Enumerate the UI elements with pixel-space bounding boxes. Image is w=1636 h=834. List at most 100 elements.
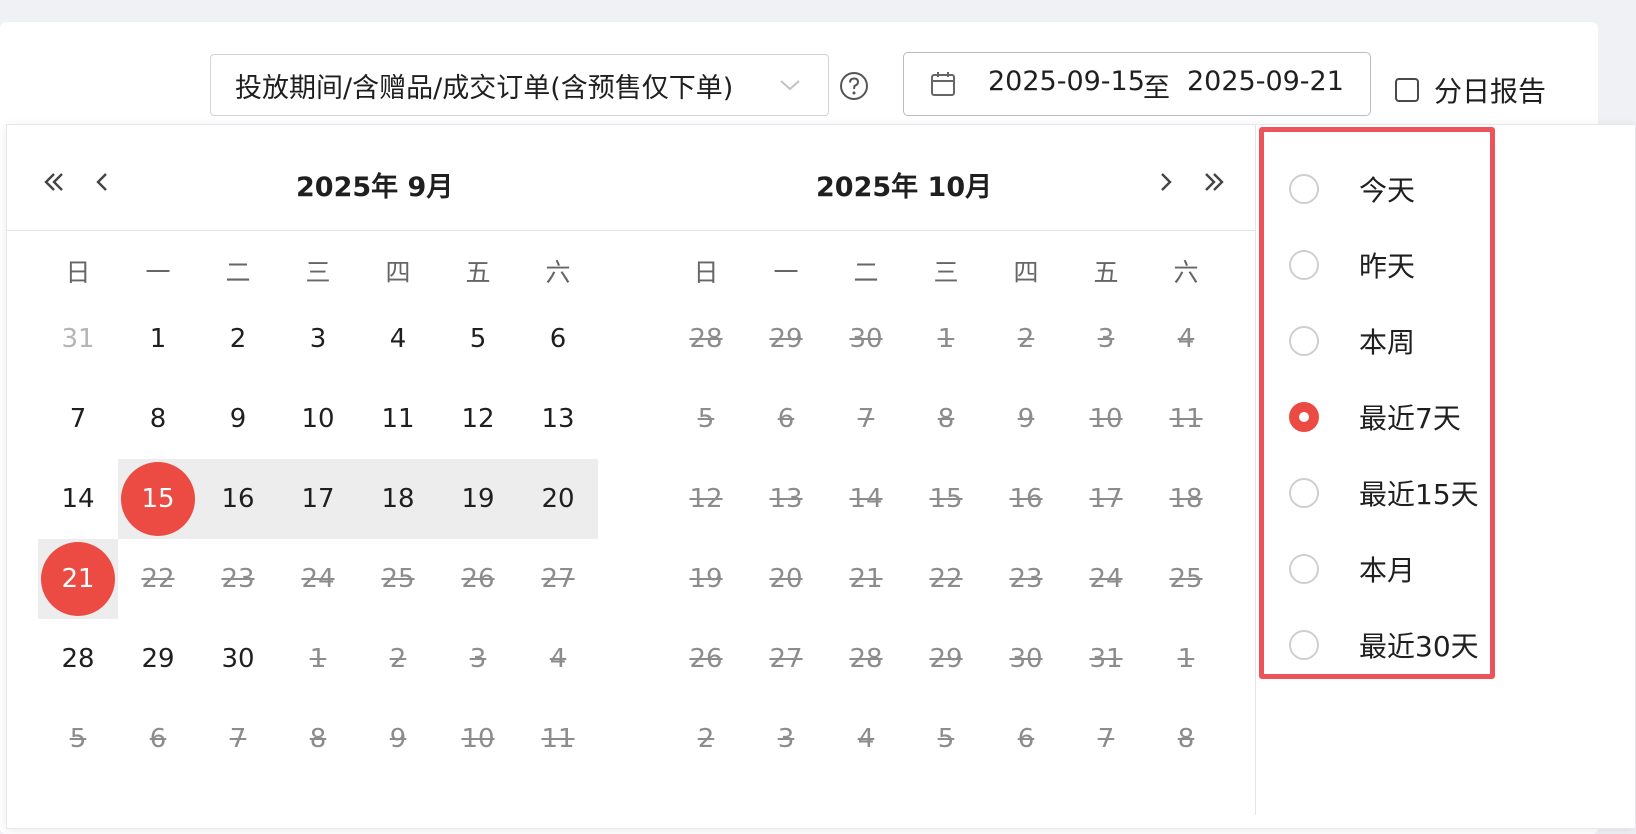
- calendar-day: 29: [769, 324, 803, 354]
- calendar-day: 10: [1089, 404, 1123, 434]
- shortcut-label: 昨天: [1359, 250, 1416, 283]
- calendar-day: 18: [1169, 484, 1203, 514]
- radio-unchecked-icon[interactable]: [1289, 630, 1319, 660]
- calendar-day: 23: [1009, 564, 1043, 594]
- range-end-marker[interactable]: 21: [41, 542, 115, 616]
- calendar-day[interactable]: 14: [38, 459, 118, 539]
- help-circle-icon[interactable]: [838, 70, 870, 102]
- calendar-day: 9: [1017, 404, 1035, 434]
- calendar-day: 25: [381, 564, 415, 594]
- calendar-day[interactable]: 2: [198, 299, 278, 379]
- calendar-day[interactable]: 4: [358, 299, 438, 379]
- calendar-day: 28: [849, 644, 883, 674]
- right-month-title: 2025年 10月: [816, 172, 993, 203]
- calendar-day[interactable]: 17: [278, 459, 358, 539]
- calendar-day[interactable]: 30: [198, 619, 278, 699]
- weekday-label: 三: [933, 258, 959, 287]
- calendar-day: 5: [937, 724, 955, 754]
- calendar-day[interactable]: 20: [518, 459, 598, 539]
- weekday-label: 四: [385, 258, 411, 287]
- radio-unchecked-icon[interactable]: [1289, 250, 1319, 280]
- calendar-day[interactable]: 9: [198, 379, 278, 459]
- calendar-day[interactable]: 28: [38, 619, 118, 699]
- calendar-day: 17: [1089, 484, 1123, 514]
- shortcut-option[interactable]: 昨天: [1289, 245, 1415, 285]
- calendar-day[interactable]: 3: [278, 299, 358, 379]
- radio-unchecked-icon[interactable]: [1289, 554, 1319, 584]
- weekday-label: 二: [853, 258, 879, 287]
- shortcut-option[interactable]: 最近30天: [1289, 625, 1479, 665]
- calendar-day[interactable]: 29: [118, 619, 198, 699]
- calendar-header: 2025年 9月 2025年 10月: [7, 125, 1255, 231]
- shortcut-option[interactable]: 最近7天: [1289, 397, 1461, 437]
- calendar-day: 6: [777, 404, 795, 434]
- calendar-day: 24: [301, 564, 335, 594]
- calendar-day: 19: [689, 564, 723, 594]
- chevron-right-icon[interactable]: [1151, 167, 1181, 197]
- calendar-day: 7: [229, 724, 247, 754]
- range-start-marker[interactable]: 15: [121, 462, 195, 536]
- metric-filter-select[interactable]: 投放期间/含赠品/成交订单(含预售仅下单): [210, 54, 829, 116]
- shortcut-option[interactable]: 今天: [1289, 169, 1415, 209]
- weekday-label: 六: [1173, 258, 1199, 287]
- calendar-day[interactable]: 10: [278, 379, 358, 459]
- weekday-label: 五: [465, 258, 491, 287]
- calendar-day: 2: [389, 644, 407, 674]
- double-chevron-right-icon[interactable]: [1199, 167, 1229, 197]
- calendar-day: 5: [697, 404, 715, 434]
- date-range-input[interactable]: 2025-09-15 至 2025-09-21: [903, 52, 1371, 116]
- calendar-day: 22: [141, 564, 175, 594]
- calendar-day[interactable]: 19: [438, 459, 518, 539]
- calendar-day: 3: [777, 724, 795, 754]
- calendar-day: 27: [769, 644, 803, 674]
- calendar-day: 8: [937, 404, 955, 434]
- calendar-day: 8: [1177, 724, 1195, 754]
- chevron-left-icon[interactable]: [87, 167, 117, 197]
- calendar-day[interactable]: 21: [38, 539, 118, 619]
- radio-unchecked-icon[interactable]: [1289, 174, 1319, 204]
- calendar-icon: [931, 72, 955, 96]
- calendar-day: 31: [61, 324, 95, 354]
- calendar-day[interactable]: 16: [198, 459, 278, 539]
- shortcut-option[interactable]: 本月: [1289, 549, 1415, 589]
- shortcut-label: 本月: [1359, 554, 1416, 587]
- calendar-day: 21: [849, 564, 883, 594]
- calendar-day[interactable]: 13: [518, 379, 598, 459]
- calendar-day: 25: [1169, 564, 1203, 594]
- metric-filter-value: 投放期间/含赠品/成交订单(含预售仅下单): [235, 72, 734, 104]
- shortcut-label: 最近7天: [1359, 402, 1461, 435]
- daily-report-checkbox[interactable]: 分日报告: [1395, 70, 1546, 110]
- calendar-day: 1: [1177, 644, 1195, 674]
- chevron-down-icon: [780, 80, 800, 91]
- calendar-day[interactable]: 6: [518, 299, 598, 379]
- calendar-day[interactable]: 11: [358, 379, 438, 459]
- weekday-label: 日: [693, 258, 719, 287]
- shortcut-option[interactable]: 最近15天: [1289, 473, 1479, 513]
- calendar-day[interactable]: 7: [38, 379, 118, 459]
- weekday-label: 二: [225, 258, 251, 287]
- calendar-day: 15: [929, 484, 963, 514]
- radio-unchecked-icon[interactable]: [1289, 326, 1319, 356]
- range-start-date: 2025-09-15: [988, 66, 1145, 97]
- weekday-label: 五: [1093, 258, 1119, 287]
- shortcut-option[interactable]: 本周: [1289, 321, 1415, 361]
- radio-checked-icon[interactable]: [1289, 402, 1319, 432]
- radio-unchecked-icon[interactable]: [1289, 478, 1319, 508]
- calendar-day[interactable]: 5: [438, 299, 518, 379]
- double-chevron-left-icon[interactable]: [39, 167, 69, 197]
- daily-report-label: 分日报告: [1434, 75, 1547, 108]
- checkbox-box[interactable]: [1395, 78, 1419, 102]
- calendar-day: 16: [1009, 484, 1043, 514]
- calendar-day[interactable]: 1: [118, 299, 198, 379]
- calendar-day[interactable]: 8: [118, 379, 198, 459]
- calendar-day: 3: [1097, 324, 1115, 354]
- calendar-day[interactable]: 12: [438, 379, 518, 459]
- calendar-day: 11: [541, 724, 575, 754]
- shortcut-label: 最近15天: [1359, 478, 1479, 511]
- calendar-day: 30: [849, 324, 883, 354]
- calendar-day: 10: [461, 724, 495, 754]
- calendar-day: 2: [697, 724, 715, 754]
- calendar-day[interactable]: 18: [358, 459, 438, 539]
- calendar-day: 26: [461, 564, 495, 594]
- calendar-day[interactable]: 15: [118, 459, 198, 539]
